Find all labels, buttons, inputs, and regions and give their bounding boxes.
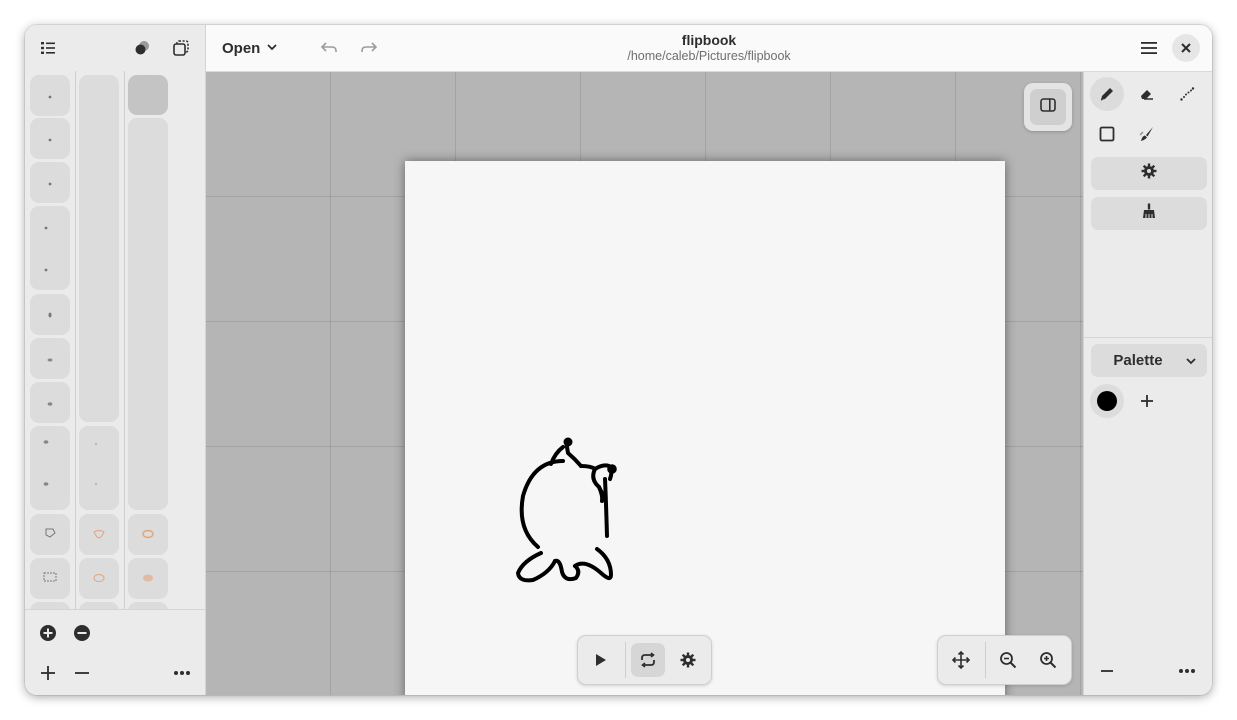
frame-thumbnail[interactable] (128, 514, 168, 555)
sidebar-header (25, 25, 205, 71)
gear-icon[interactable] (671, 643, 705, 677)
subtitle-path: /home/caleb/Pictures/flipbook (627, 49, 791, 63)
app-window: Open flipbook /home/caleb/Pictures/flipb… (25, 25, 1212, 695)
frame-thumbnail[interactable] (30, 338, 70, 379)
eraser-icon[interactable] (1130, 77, 1164, 111)
pencil-icon[interactable] (1090, 77, 1124, 111)
timeline-sidebar (25, 25, 206, 695)
sketch-drawing (516, 437, 617, 583)
frame-thumbnail[interactable] (128, 558, 168, 599)
add-layer-icon[interactable] (31, 616, 65, 650)
frame-select-icon[interactable] (164, 31, 198, 65)
divider (985, 642, 986, 678)
frame-thumbnail[interactable] (30, 118, 70, 159)
chevron-down-icon (1185, 354, 1197, 371)
frame-thumbnail[interactable] (30, 558, 70, 599)
close-icon[interactable] (1172, 34, 1200, 62)
remove-color-icon[interactable] (1090, 654, 1124, 688)
rectangle-icon[interactable] (1090, 117, 1124, 151)
broom-icon (1141, 203, 1157, 224)
drawing-canvas-area[interactable] (206, 72, 1083, 695)
zoom-in-icon[interactable] (1031, 643, 1065, 677)
frame-thumbnail[interactable] (79, 426, 119, 510)
more-options-icon[interactable] (165, 656, 199, 690)
loop-icon[interactable] (631, 643, 665, 677)
more-options-icon[interactable] (1170, 654, 1204, 688)
dotted-line-icon[interactable] (1170, 77, 1204, 111)
frame-thumbnail[interactable] (79, 602, 119, 609)
frame-thumbnail[interactable] (30, 426, 70, 510)
frame-thumbnail[interactable] (30, 602, 70, 609)
palette-dropdown[interactable]: Palette (1091, 344, 1207, 377)
frame-thumbnail[interactable] (30, 206, 70, 290)
drawing-paper[interactable] (405, 161, 1005, 695)
move-icon[interactable] (944, 643, 978, 677)
frame-thumbnail[interactable] (79, 558, 119, 599)
frame-thumbnail-selected[interactable] (128, 75, 168, 115)
frame-thumbnail[interactable] (128, 602, 168, 609)
divider (625, 642, 626, 678)
remove-frame-icon[interactable] (65, 656, 99, 690)
palette-color-swatch[interactable] (1090, 384, 1124, 418)
title-text: flipbook (681, 32, 737, 48)
frame-thumbnail[interactable] (79, 75, 119, 422)
column-separator (75, 71, 76, 609)
palette-label: Palette (1113, 352, 1163, 369)
frame-thumbnail[interactable] (79, 514, 119, 555)
panel-divider (1084, 337, 1212, 338)
frame-thumbnail[interactable] (30, 514, 70, 555)
frame-thumbnail[interactable] (30, 162, 70, 203)
sidebar-panel-icon (1040, 97, 1056, 117)
frame-thumbnail[interactable] (30, 294, 70, 335)
add-color-icon[interactable] (1130, 384, 1164, 418)
remove-layer-icon[interactable] (65, 616, 99, 650)
toggle-sidebar-button[interactable] (1024, 83, 1072, 131)
onion-skin-icon[interactable] (125, 31, 159, 65)
column-separator (124, 71, 125, 609)
list-icon[interactable] (31, 31, 65, 65)
playback-controls (577, 635, 712, 685)
play-icon[interactable] (584, 643, 618, 677)
header-bar: Open flipbook /home/caleb/Pictures/flipb… (206, 25, 1212, 72)
fill-brush-icon[interactable] (1130, 117, 1164, 151)
frame-thumbnail[interactable] (128, 118, 168, 510)
tool-settings-button[interactable] (1091, 157, 1207, 190)
main-menu-icon[interactable] (1132, 31, 1166, 65)
add-frame-icon[interactable] (31, 656, 65, 690)
sidebar-footer (25, 609, 205, 695)
view-controls (937, 635, 1072, 685)
gear-icon (1141, 163, 1157, 184)
clear-canvas-button[interactable] (1091, 197, 1207, 230)
frame-grid (25, 71, 205, 609)
tools-panel: Palette (1083, 72, 1212, 695)
frame-thumbnail[interactable] (30, 75, 70, 116)
frame-thumbnail[interactable] (30, 382, 70, 423)
zoom-out-icon[interactable] (991, 643, 1025, 677)
